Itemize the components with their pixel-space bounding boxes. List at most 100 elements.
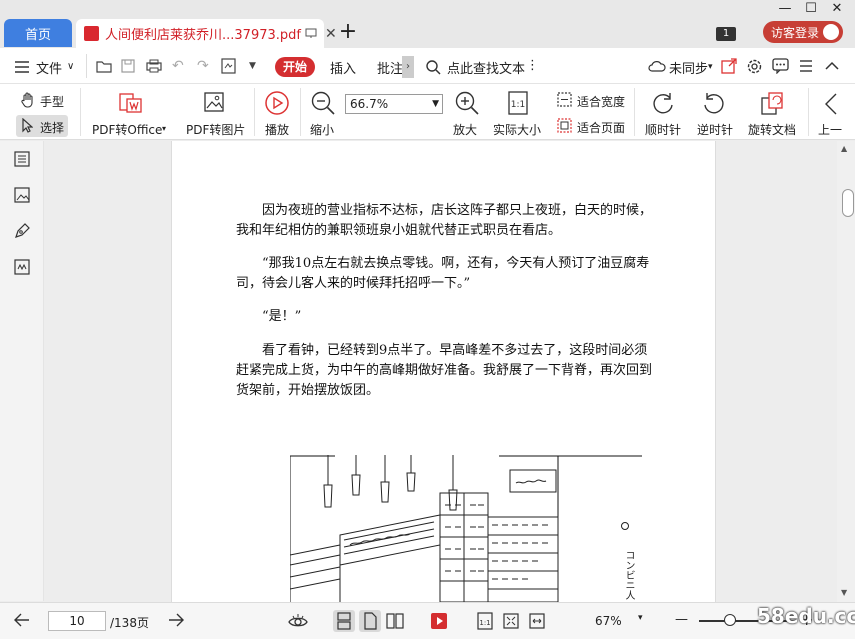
share-icon[interactable] <box>721 58 737 74</box>
previous-button[interactable]: 上一 <box>818 121 842 138</box>
menu-file[interactable]: 文件 <box>36 58 62 77</box>
previous-page-arrow-icon[interactable] <box>14 613 30 627</box>
pdf-file-icon <box>84 26 99 41</box>
settings-gear-icon[interactable] <box>746 58 763 75</box>
ribbon-divider <box>808 88 809 136</box>
guest-login-label: 访客登录 <box>771 25 820 40</box>
undo-icon[interactable]: ↶ <box>172 58 184 74</box>
paragraph: 看了看钟，已经转到9点半了。早高峰差不多过去了，这段时间必须赶紧完成上货，为中午… <box>236 343 653 398</box>
pdf-to-image-icon[interactable] <box>201 90 227 116</box>
actual-size-icon[interactable]: 1:1 <box>505 90 531 116</box>
single-page-view-icon[interactable] <box>359 610 381 632</box>
print-icon[interactable] <box>146 59 162 73</box>
fit-width-button[interactable]: 适合宽度 <box>577 93 625 110</box>
save-icon[interactable] <box>121 59 135 73</box>
zoom-value: 66.7% <box>350 97 389 111</box>
rotate-clockwise-button[interactable]: 顺时针 <box>645 121 681 138</box>
fit-page-small-icon[interactable] <box>502 612 520 630</box>
cursor-arrow-icon <box>21 118 33 133</box>
zoom-slider-knob[interactable] <box>724 614 736 626</box>
rotate-document-button[interactable]: 旋转文档 <box>748 121 796 138</box>
scrollbar-thumb[interactable] <box>842 189 854 217</box>
close-window-button[interactable]: ✕ <box>829 1 845 17</box>
feedback-icon[interactable] <box>772 58 789 74</box>
add-tab-button[interactable]: + <box>338 21 358 44</box>
rotate-clockwise-icon[interactable] <box>650 90 676 116</box>
fit-page-button[interactable]: 适合页面 <box>577 119 625 136</box>
hand-tool-icon[interactable] <box>20 92 36 108</box>
quick-access-dropdown-icon[interactable]: ▼ <box>249 61 256 71</box>
minimize-button[interactable]: — <box>777 1 793 17</box>
pdf-to-image-button[interactable]: PDF转图片 <box>186 121 245 138</box>
zoom-out-button[interactable]: 缩小 <box>310 121 334 138</box>
cloud-sync-icon[interactable] <box>648 59 666 73</box>
previous-page-icon[interactable] <box>824 92 838 116</box>
total-pages: /138页 <box>110 616 149 630</box>
avatar-icon <box>823 24 840 40</box>
paragraph: 因为夜班的营业指标不达标，店长这阵子都只上夜班，白天的时候，我和年纪相仿的兼职领… <box>236 203 653 238</box>
rotate-counterclockwise-button[interactable]: 逆时针 <box>697 121 733 138</box>
collapse-ribbon-chevron-up-icon[interactable] <box>825 61 839 70</box>
play-icon[interactable] <box>264 90 290 116</box>
zoom-out-small-button[interactable]: — <box>675 612 688 627</box>
monitor-icon <box>305 28 317 39</box>
guest-login-button[interactable]: 访客登录 <box>763 21 843 43</box>
two-page-view-icon[interactable] <box>385 612 405 630</box>
redo-icon[interactable]: ↷ <box>197 58 209 74</box>
maximize-button[interactable]: ☐ <box>803 1 819 17</box>
open-folder-icon[interactable] <box>96 59 112 73</box>
zoom-percent: 67% <box>595 614 622 628</box>
tab-home[interactable]: 首页 <box>4 19 72 47</box>
rotate-document-icon[interactable] <box>759 90 785 116</box>
fit-width-icon[interactable] <box>557 92 572 107</box>
pdf-to-office-icon[interactable] <box>117 90 143 116</box>
play-slideshow-icon[interactable] <box>430 612 448 630</box>
continuous-view-icon[interactable] <box>333 610 355 632</box>
more-options-icon[interactable]: ⋮ <box>526 58 539 73</box>
search-icon[interactable] <box>425 59 441 75</box>
outline-list-icon[interactable] <box>13 150 31 168</box>
thumbnail-image-icon[interactable] <box>13 186 31 204</box>
eye-protection-icon[interactable] <box>287 612 309 630</box>
sync-status[interactable]: 未同步 <box>669 58 708 77</box>
export-pdf-icon[interactable] <box>221 58 237 74</box>
scroll-up-arrow-icon[interactable]: ▲ <box>841 144 847 153</box>
paragraph: “是！” <box>262 309 302 324</box>
play-button[interactable]: 播放 <box>265 121 289 138</box>
paragraph: “那我10点左右就去换点零钱。啊，还有，今天有人预订了油豆腐寿司，待会儿客人来的… <box>236 256 650 291</box>
actual-size-button[interactable]: 实际大小 <box>493 121 541 138</box>
zoom-dropdown-icon: ▼ <box>432 99 439 109</box>
zoom-select[interactable]: 66.7% ▼ <box>345 94 443 114</box>
annotation-pen-icon[interactable] <box>13 222 31 240</box>
signature-icon[interactable] <box>13 258 31 276</box>
actual-size-small-icon[interactable]: 1:1 <box>476 612 494 630</box>
search-text-input[interactable]: 点此查找文本 <box>447 58 525 77</box>
ribbon-tab-annotate[interactable]: 批注 <box>377 58 403 77</box>
tab-document-title: 人间便利店莱获乔川...37973.pdf <box>105 28 301 43</box>
more-tabs-arrow-icon[interactable]: › <box>402 56 414 78</box>
fit-width-small-icon[interactable] <box>528 612 546 630</box>
next-page-arrow-icon[interactable] <box>168 613 184 627</box>
tab-close-icon[interactable]: ✕ <box>325 26 337 42</box>
pdf-to-office-dropdown-icon[interactable]: ▾ <box>162 124 166 133</box>
notification-badge[interactable]: 1 <box>716 27 736 41</box>
hand-tool-label[interactable]: 手型 <box>40 93 64 110</box>
zoom-in-button[interactable]: 放大 <box>453 121 477 138</box>
ribbon-divider <box>80 88 81 136</box>
sync-dropdown-icon: ▾ <box>708 62 713 72</box>
scroll-down-arrow-icon[interactable]: ▼ <box>841 588 847 597</box>
fit-page-icon[interactable] <box>557 118 572 133</box>
pdf-to-office-button[interactable]: PDF转Office <box>92 121 162 138</box>
page-number-input[interactable]: 10 <box>48 611 106 631</box>
zoom-dropdown-arrow-icon[interactable]: ▾ <box>638 613 643 623</box>
menu-hamburger-icon[interactable] <box>14 61 30 73</box>
rotate-counterclockwise-icon[interactable] <box>701 90 727 116</box>
ribbon-tab-start[interactable]: 开始 <box>275 57 315 77</box>
tab-document[interactable]: 人间便利店莱获乔川...37973.pdf ✕ <box>76 19 337 48</box>
zoom-in-icon[interactable] <box>454 90 480 116</box>
divider <box>86 54 87 78</box>
zoom-out-icon[interactable] <box>310 90 336 116</box>
more-menu-icon[interactable] <box>799 60 813 72</box>
ribbon-tab-insert[interactable]: 插入 <box>330 58 356 77</box>
illustration-caption: コンビニ人 <box>623 550 634 600</box>
